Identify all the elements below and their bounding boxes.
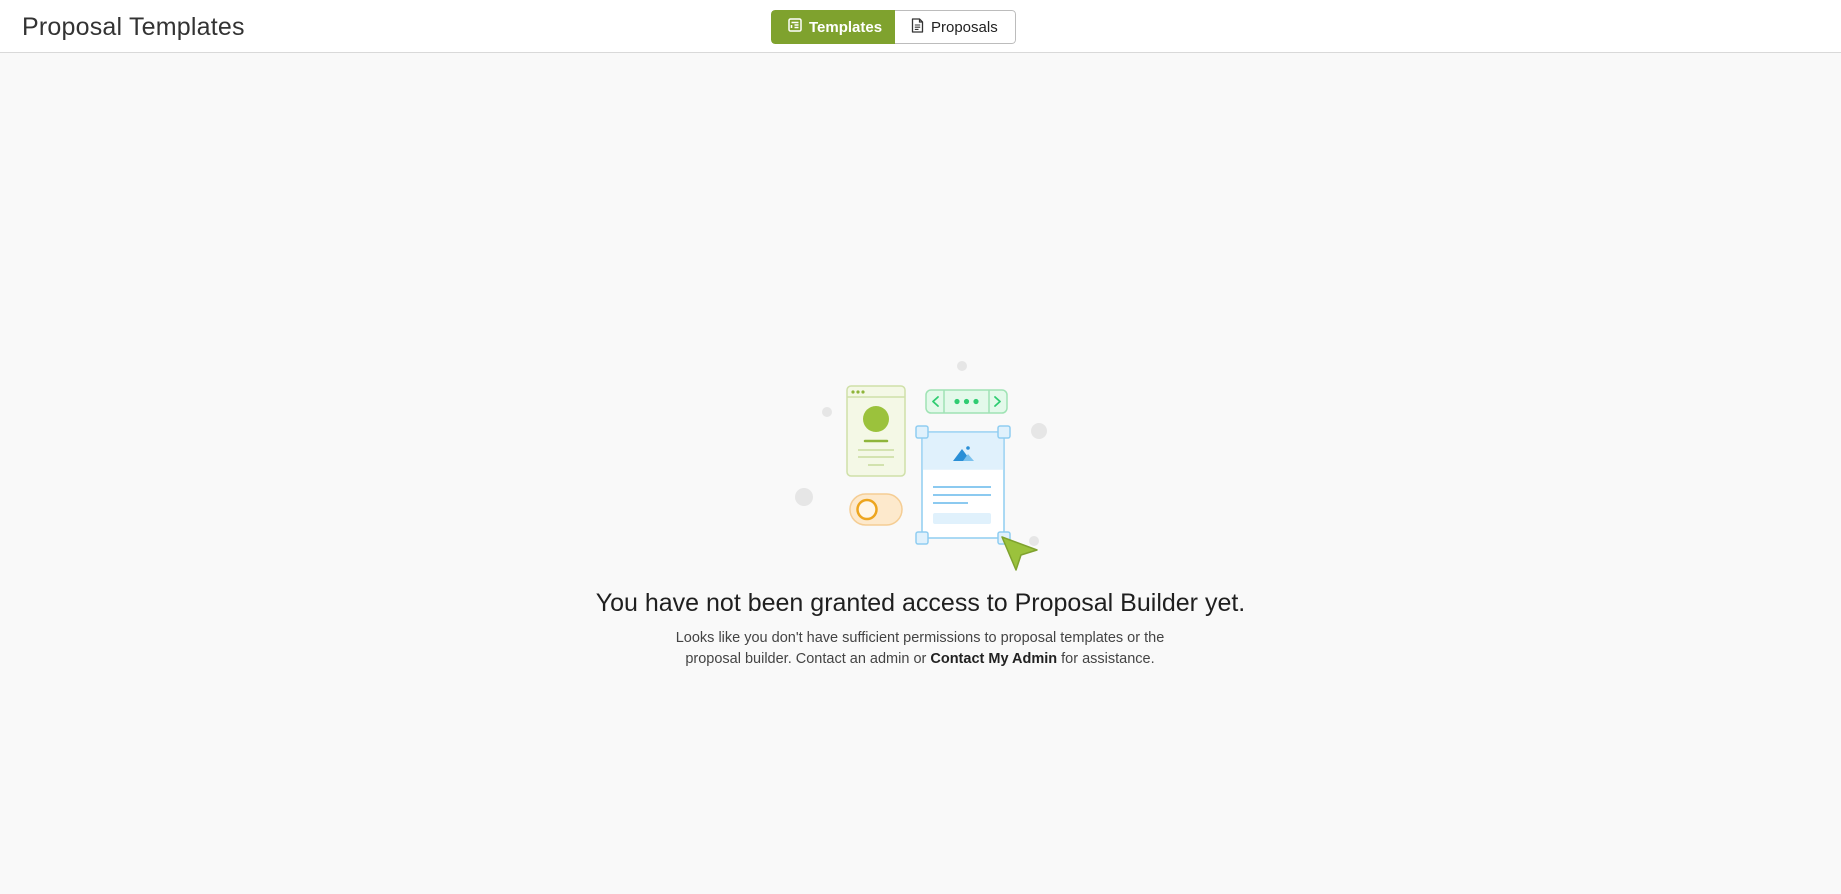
tab-proposals[interactable]: Proposals: [895, 10, 1016, 44]
tab-templates[interactable]: Templates: [771, 10, 895, 44]
tab-templates-label: Templates: [809, 18, 883, 36]
top-bar: Proposal Templates Templates Proposals: [0, 0, 1841, 53]
empty-state-heading: You have not been granted access to Prop…: [595, 589, 1246, 617]
proposal-builder-illustration: [790, 357, 1060, 577]
description-suffix: for assistance.: [1061, 651, 1155, 667]
page-title: Proposal Templates: [22, 13, 245, 41]
empty-state-description: Looks like you don't have sufficient per…: [670, 628, 1170, 670]
template-icon: [788, 18, 802, 36]
tab-proposals-label: Proposals: [931, 18, 998, 36]
view-toggle: Templates Proposals: [771, 10, 1016, 44]
document-icon: [911, 17, 924, 37]
contact-admin-link[interactable]: Contact My Admin: [930, 651, 1057, 667]
